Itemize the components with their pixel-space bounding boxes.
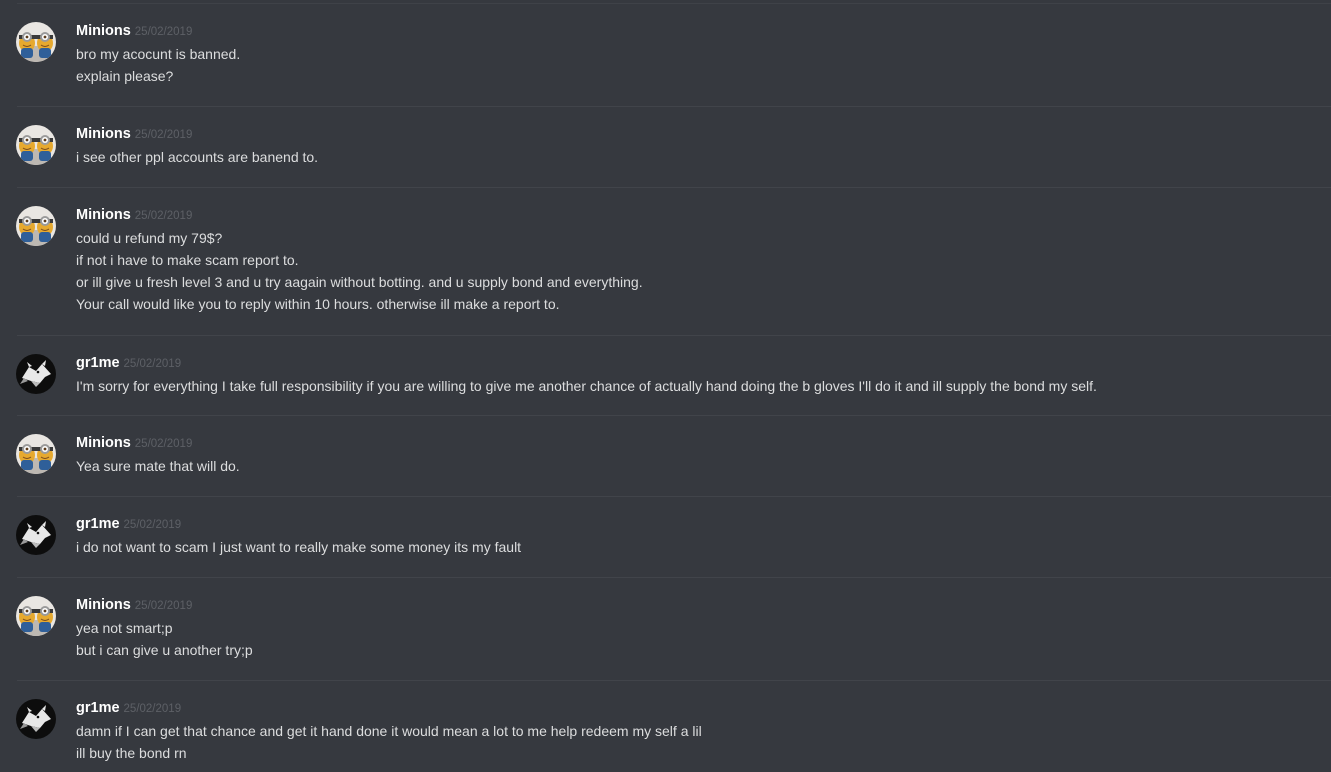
message-content: i see other ppl accounts are banend to.: [76, 146, 318, 168]
timestamp: 25/02/2019: [123, 703, 182, 715]
message-header: Minions 25/02/2019: [76, 434, 192, 454]
message-line: could u refund my 79$?: [76, 230, 223, 246]
message-content: I'm sorry for everything I take full res…: [76, 375, 1097, 397]
wolf-avatar-icon[interactable]: [16, 354, 56, 394]
username[interactable]: Minions: [76, 597, 131, 613]
message-divider: [17, 106, 1331, 107]
message-divider: [17, 335, 1331, 336]
message-content: bro my acocunt is banned. explain please?: [76, 43, 240, 87]
minion-avatar-icon[interactable]: [16, 206, 56, 246]
message-divider: [17, 415, 1331, 416]
wolf-avatar-icon[interactable]: [16, 699, 56, 739]
message-line: Your call would like you to reply within…: [76, 296, 560, 312]
username[interactable]: gr1me: [76, 516, 120, 532]
message-content: could u refund my 79$? if not i have to m…: [76, 227, 643, 315]
message-line: i do not want to scam I just want to rea…: [76, 539, 522, 555]
message-divider: [17, 496, 1331, 497]
message-line: i see other ppl accounts are banend to.: [76, 149, 319, 165]
username[interactable]: gr1me: [76, 355, 120, 371]
minion-avatar-icon[interactable]: [16, 596, 56, 636]
message-header: gr1me 25/02/2019: [76, 515, 181, 535]
message-line: explain please?: [76, 68, 174, 84]
message-header: Minions 25/02/2019: [76, 125, 192, 145]
message-line: I'm sorry for everything I take full res…: [76, 378, 1097, 394]
message-line: ill buy the bond rn: [76, 745, 187, 761]
message-header: Minions 25/02/2019: [76, 596, 192, 616]
timestamp: 25/02/2019: [134, 600, 193, 612]
message-line: but i can give u another try;p: [76, 642, 253, 658]
username[interactable]: gr1me: [76, 700, 120, 716]
message-content: i do not want to scam I just want to rea…: [76, 536, 521, 558]
minion-avatar-icon[interactable]: [16, 22, 56, 62]
message-header: Minions 25/02/2019: [76, 22, 192, 42]
message-line: damn if I can get that chance and get it…: [76, 723, 702, 739]
timestamp: 25/02/2019: [123, 358, 182, 370]
message-header: Minions 25/02/2019: [76, 206, 192, 226]
wolf-avatar-icon[interactable]: [16, 515, 56, 555]
timestamp: 25/02/2019: [134, 210, 193, 222]
chat-messages: Minions 25/02/2019 bro my acocunt is banne…: [0, 0, 1331, 772]
message-line: yea not smart;p: [76, 620, 173, 636]
minion-avatar-icon[interactable]: [16, 125, 56, 165]
message-divider: [17, 187, 1331, 188]
message-line: Yea sure mate that will do.: [76, 458, 240, 474]
message-content: Yea sure mate that will do.: [76, 455, 240, 477]
timestamp: 25/02/2019: [134, 129, 193, 141]
timestamp: 25/02/2019: [123, 519, 182, 531]
message-line: or ill give u fresh level 3 and u try aa…: [76, 274, 643, 290]
minion-avatar-icon[interactable]: [16, 434, 56, 474]
message-divider: [17, 680, 1331, 681]
message-header: gr1me 25/02/2019: [76, 699, 181, 719]
message-divider: [17, 577, 1331, 578]
message-line: bro my acocunt is banned.: [76, 46, 241, 62]
message-line: if not i have to make scam report to.: [76, 252, 299, 268]
username[interactable]: Minions: [76, 207, 131, 223]
message-header: gr1me 25/02/2019: [76, 354, 181, 374]
message-content: damn if I can get that chance and get it…: [76, 720, 702, 764]
timestamp: 25/02/2019: [134, 26, 193, 38]
message-content: yea not smart;p but i can give u another …: [76, 617, 253, 661]
top-divider: [17, 3, 1331, 4]
username[interactable]: Minions: [76, 435, 131, 451]
username[interactable]: Minions: [76, 126, 131, 142]
timestamp: 25/02/2019: [134, 438, 193, 450]
username[interactable]: Minions: [76, 23, 131, 39]
